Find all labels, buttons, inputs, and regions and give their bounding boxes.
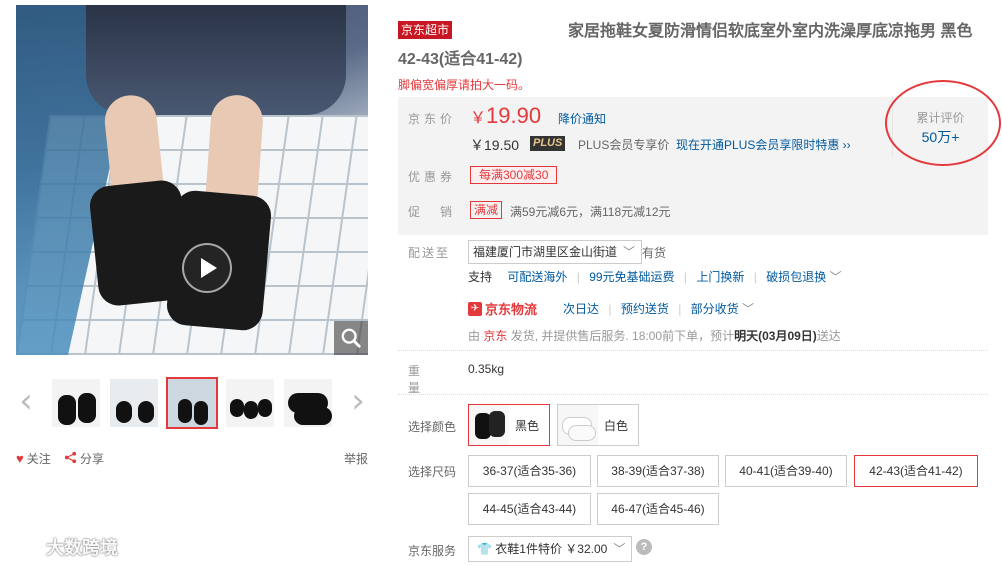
- plane-icon: ✈: [468, 301, 482, 316]
- service-damage-return[interactable]: 破损包退换: [766, 270, 826, 284]
- size-option[interactable]: 38-39(适合37-38): [597, 455, 719, 487]
- thumbnail[interactable]: [224, 377, 276, 429]
- color-label: 选择颜色: [408, 420, 457, 434]
- color-option-white[interactable]: 白色: [557, 404, 639, 446]
- seller-link[interactable]: 京东: [483, 329, 507, 343]
- size-option-selected[interactable]: 42-43(适合41-42): [854, 455, 978, 487]
- size-hint: 脚偏宽偏厚请拍大一码。: [398, 78, 531, 92]
- plus-badge: PLUS: [530, 136, 566, 151]
- thumbnail-active[interactable]: [166, 377, 218, 429]
- thumbnail[interactable]: [108, 377, 160, 429]
- service-select[interactable]: 👕 衣鞋1件特价 ￥32.00 ﹀: [468, 536, 633, 562]
- product-title: 京东超市 家居拖鞋女夏防滑情侣软底室外室内洗澡厚底凉拖男 黑色 42-43(适合4…: [398, 18, 988, 74]
- prev-thumb-arrow[interactable]: ‹: [16, 383, 36, 419]
- jd-price: ￥19.90: [470, 103, 542, 128]
- thumbnail[interactable]: [282, 377, 334, 429]
- promo-tag: 满减: [470, 201, 503, 219]
- report-label: 举报: [343, 452, 368, 466]
- watermark: 大数跨境: [8, 534, 118, 560]
- report-link[interactable]: 举报: [344, 450, 368, 467]
- plus-price: ￥19.50: [470, 137, 520, 153]
- logistics-next-day[interactable]: 次日达: [563, 302, 599, 316]
- market-badge: 京东超市: [398, 21, 453, 39]
- color-option-label: 白色: [604, 418, 629, 433]
- delivery-label: 配送至: [408, 246, 451, 260]
- color-option-black[interactable]: 黑色: [468, 404, 550, 446]
- heart-icon: ♥: [16, 451, 24, 466]
- clothes-icon: 👕: [477, 542, 492, 556]
- help-icon[interactable]: ?: [636, 539, 652, 555]
- service-label: 京东服务: [408, 544, 457, 558]
- price-label: 京东价: [408, 112, 457, 126]
- share-icon: [64, 451, 77, 467]
- address-select[interactable]: 福建厦门市湖里区金山街道 ﹀: [468, 240, 643, 264]
- logistics-partial[interactable]: 部分收货: [691, 302, 739, 316]
- plus-signup-link[interactable]: 现在开通PLUS会员享限时特惠 ››: [676, 136, 851, 153]
- plus-text: PLUS会员专享价: [578, 138, 670, 152]
- stock-status: 有货: [642, 246, 667, 260]
- ship-from-row: 由 京东 发货, 并提供售后服务. 18:00前下单，预计明天(03月09日)送…: [468, 329, 841, 343]
- black-slipper-swatch: [469, 405, 509, 445]
- jd-logistics-badge: ✈ 京东物流: [468, 299, 537, 318]
- chevron-down-icon[interactable]: ﹀: [830, 270, 842, 284]
- color-option-label: 黑色: [515, 418, 540, 433]
- play-video-button[interactable]: [182, 243, 232, 293]
- annotation-circle: [885, 80, 1001, 166]
- weight-value: 0.35kg: [468, 362, 505, 376]
- share-button[interactable]: 分享: [64, 450, 104, 467]
- share-row: ♥ 关注 分享 举报: [16, 450, 368, 468]
- watermark-logo-icon: [8, 538, 42, 557]
- main-product-image[interactable]: [16, 5, 368, 355]
- ship-date: 明天(03月09日): [734, 329, 817, 343]
- coupon-label: 优惠券: [408, 170, 457, 184]
- weight-label: 重量: [408, 364, 441, 395]
- logistics-scheduled[interactable]: 预约送货: [621, 302, 669, 316]
- divider: [398, 394, 988, 395]
- size-option[interactable]: 40-41(适合39-40): [725, 455, 847, 487]
- chevron-down-icon: ﹀: [623, 245, 636, 259]
- service-free-shipping[interactable]: 99元免基础运费: [589, 270, 674, 284]
- thumbnail-strip: ‹ ›: [16, 375, 368, 431]
- service-home-exchange[interactable]: 上门换新: [696, 270, 744, 284]
- watermark-text: 大数跨境: [46, 538, 118, 558]
- promo-label: 促销: [408, 205, 473, 219]
- follow-button[interactable]: ♥ 关注: [16, 450, 51, 467]
- size-option[interactable]: 44-45(适合43-44): [468, 493, 591, 525]
- support-label: 支持: [468, 270, 493, 284]
- service-overseas[interactable]: 可配送海外: [507, 270, 567, 284]
- coupon-tag[interactable]: 每满300减30: [470, 166, 558, 184]
- thumbnail[interactable]: [50, 377, 102, 429]
- support-row: 支持 可配送海外 | 99元免基础运费 | 上门换新 | 破损包退换 ﹀: [468, 270, 842, 284]
- service-value: 衣鞋1件特价 ￥32.00: [495, 542, 608, 556]
- next-thumb-arrow[interactable]: ›: [348, 383, 368, 419]
- title-text: 家居拖鞋女夏防滑情侣软底室外室内洗澡厚底凉拖男 黑色 42-43(适合41-42…: [398, 23, 973, 68]
- white-slipper-swatch: [558, 405, 598, 445]
- address-text: 福建厦门市湖里区金山街道: [473, 245, 618, 259]
- chevron-down-icon: ﹀: [613, 542, 626, 556]
- price-notify-link[interactable]: 降价通知: [558, 110, 606, 127]
- zoom-icon[interactable]: [334, 321, 368, 355]
- follow-label: 关注: [26, 452, 51, 466]
- chevron-down-icon[interactable]: ﹀: [742, 302, 754, 316]
- size-label: 选择尺码: [408, 465, 457, 479]
- divider: [398, 350, 988, 351]
- promo-text: 满59元减6元，满118元减12元: [510, 205, 671, 219]
- share-label: 分享: [80, 452, 105, 466]
- size-option[interactable]: 36-37(适合35-36): [468, 455, 591, 487]
- size-option[interactable]: 46-47(适合45-46): [597, 493, 719, 525]
